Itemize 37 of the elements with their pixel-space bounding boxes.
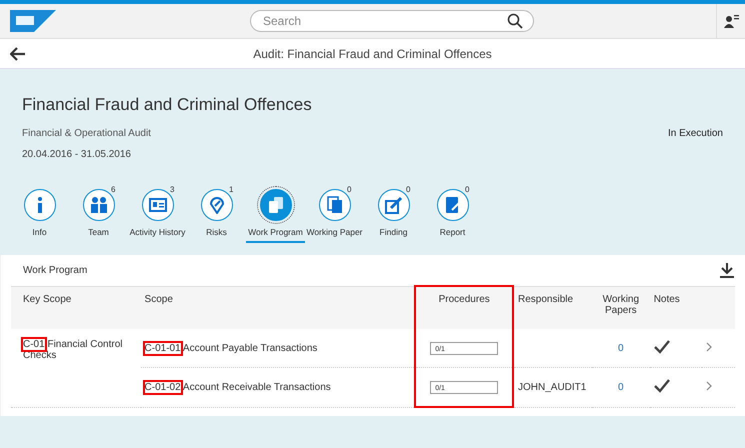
logo-icon bbox=[10, 10, 56, 32]
scope-name: Account Receivable Transactions bbox=[182, 382, 331, 393]
search-field[interactable]: Search bbox=[250, 10, 534, 32]
working-papers-link[interactable]: 0 bbox=[618, 382, 624, 393]
responsible-text: JOHN_AUDIT1 bbox=[518, 382, 586, 393]
tab-count: 6 bbox=[111, 185, 116, 194]
scope-code: C-01-02 bbox=[144, 382, 181, 393]
tab-count: 0 bbox=[406, 185, 410, 194]
scope-code: C-01-01 bbox=[144, 342, 181, 354]
column-header: Key Scope bbox=[11, 286, 141, 329]
scope-name: Account Payable Transactions bbox=[182, 342, 318, 354]
section-title: Work Program bbox=[23, 264, 88, 276]
tab[interactable]: Info bbox=[10, 189, 69, 243]
download-icon[interactable] bbox=[719, 262, 735, 278]
object-title: Financial Fraud and Criminal Offences bbox=[22, 95, 313, 115]
page-title: Audit: Financial Fraud and Criminal Offences bbox=[253, 46, 492, 60]
user-menu-icon[interactable] bbox=[723, 13, 739, 29]
chevron-right-icon[interactable] bbox=[706, 342, 712, 352]
column-header: Responsible bbox=[513, 286, 592, 329]
search-icon bbox=[507, 13, 523, 29]
column-header: Working Papers bbox=[592, 286, 650, 329]
tab-count: 0 bbox=[465, 185, 470, 194]
info-icon bbox=[38, 196, 42, 214]
tab-count: 3 bbox=[170, 185, 174, 194]
column-header: Scope bbox=[140, 286, 416, 329]
working-papers-link[interactable]: 0 bbox=[618, 342, 624, 354]
chevron-right-icon[interactable] bbox=[706, 380, 712, 391]
column-header: Procedures bbox=[415, 286, 513, 329]
tab[interactable]: Work Program bbox=[246, 189, 305, 243]
team-icon bbox=[90, 196, 108, 214]
date-range: 20.04.2016 - 31.05.2016 bbox=[22, 149, 132, 160]
back-icon[interactable] bbox=[10, 47, 26, 61]
tab-count: 0 bbox=[347, 185, 352, 194]
column-header: Notes bbox=[650, 286, 702, 329]
paper-icon bbox=[326, 196, 344, 214]
status-text: In Execution bbox=[668, 128, 723, 139]
object-subtitle: Financial & Operational Audit bbox=[22, 128, 151, 139]
